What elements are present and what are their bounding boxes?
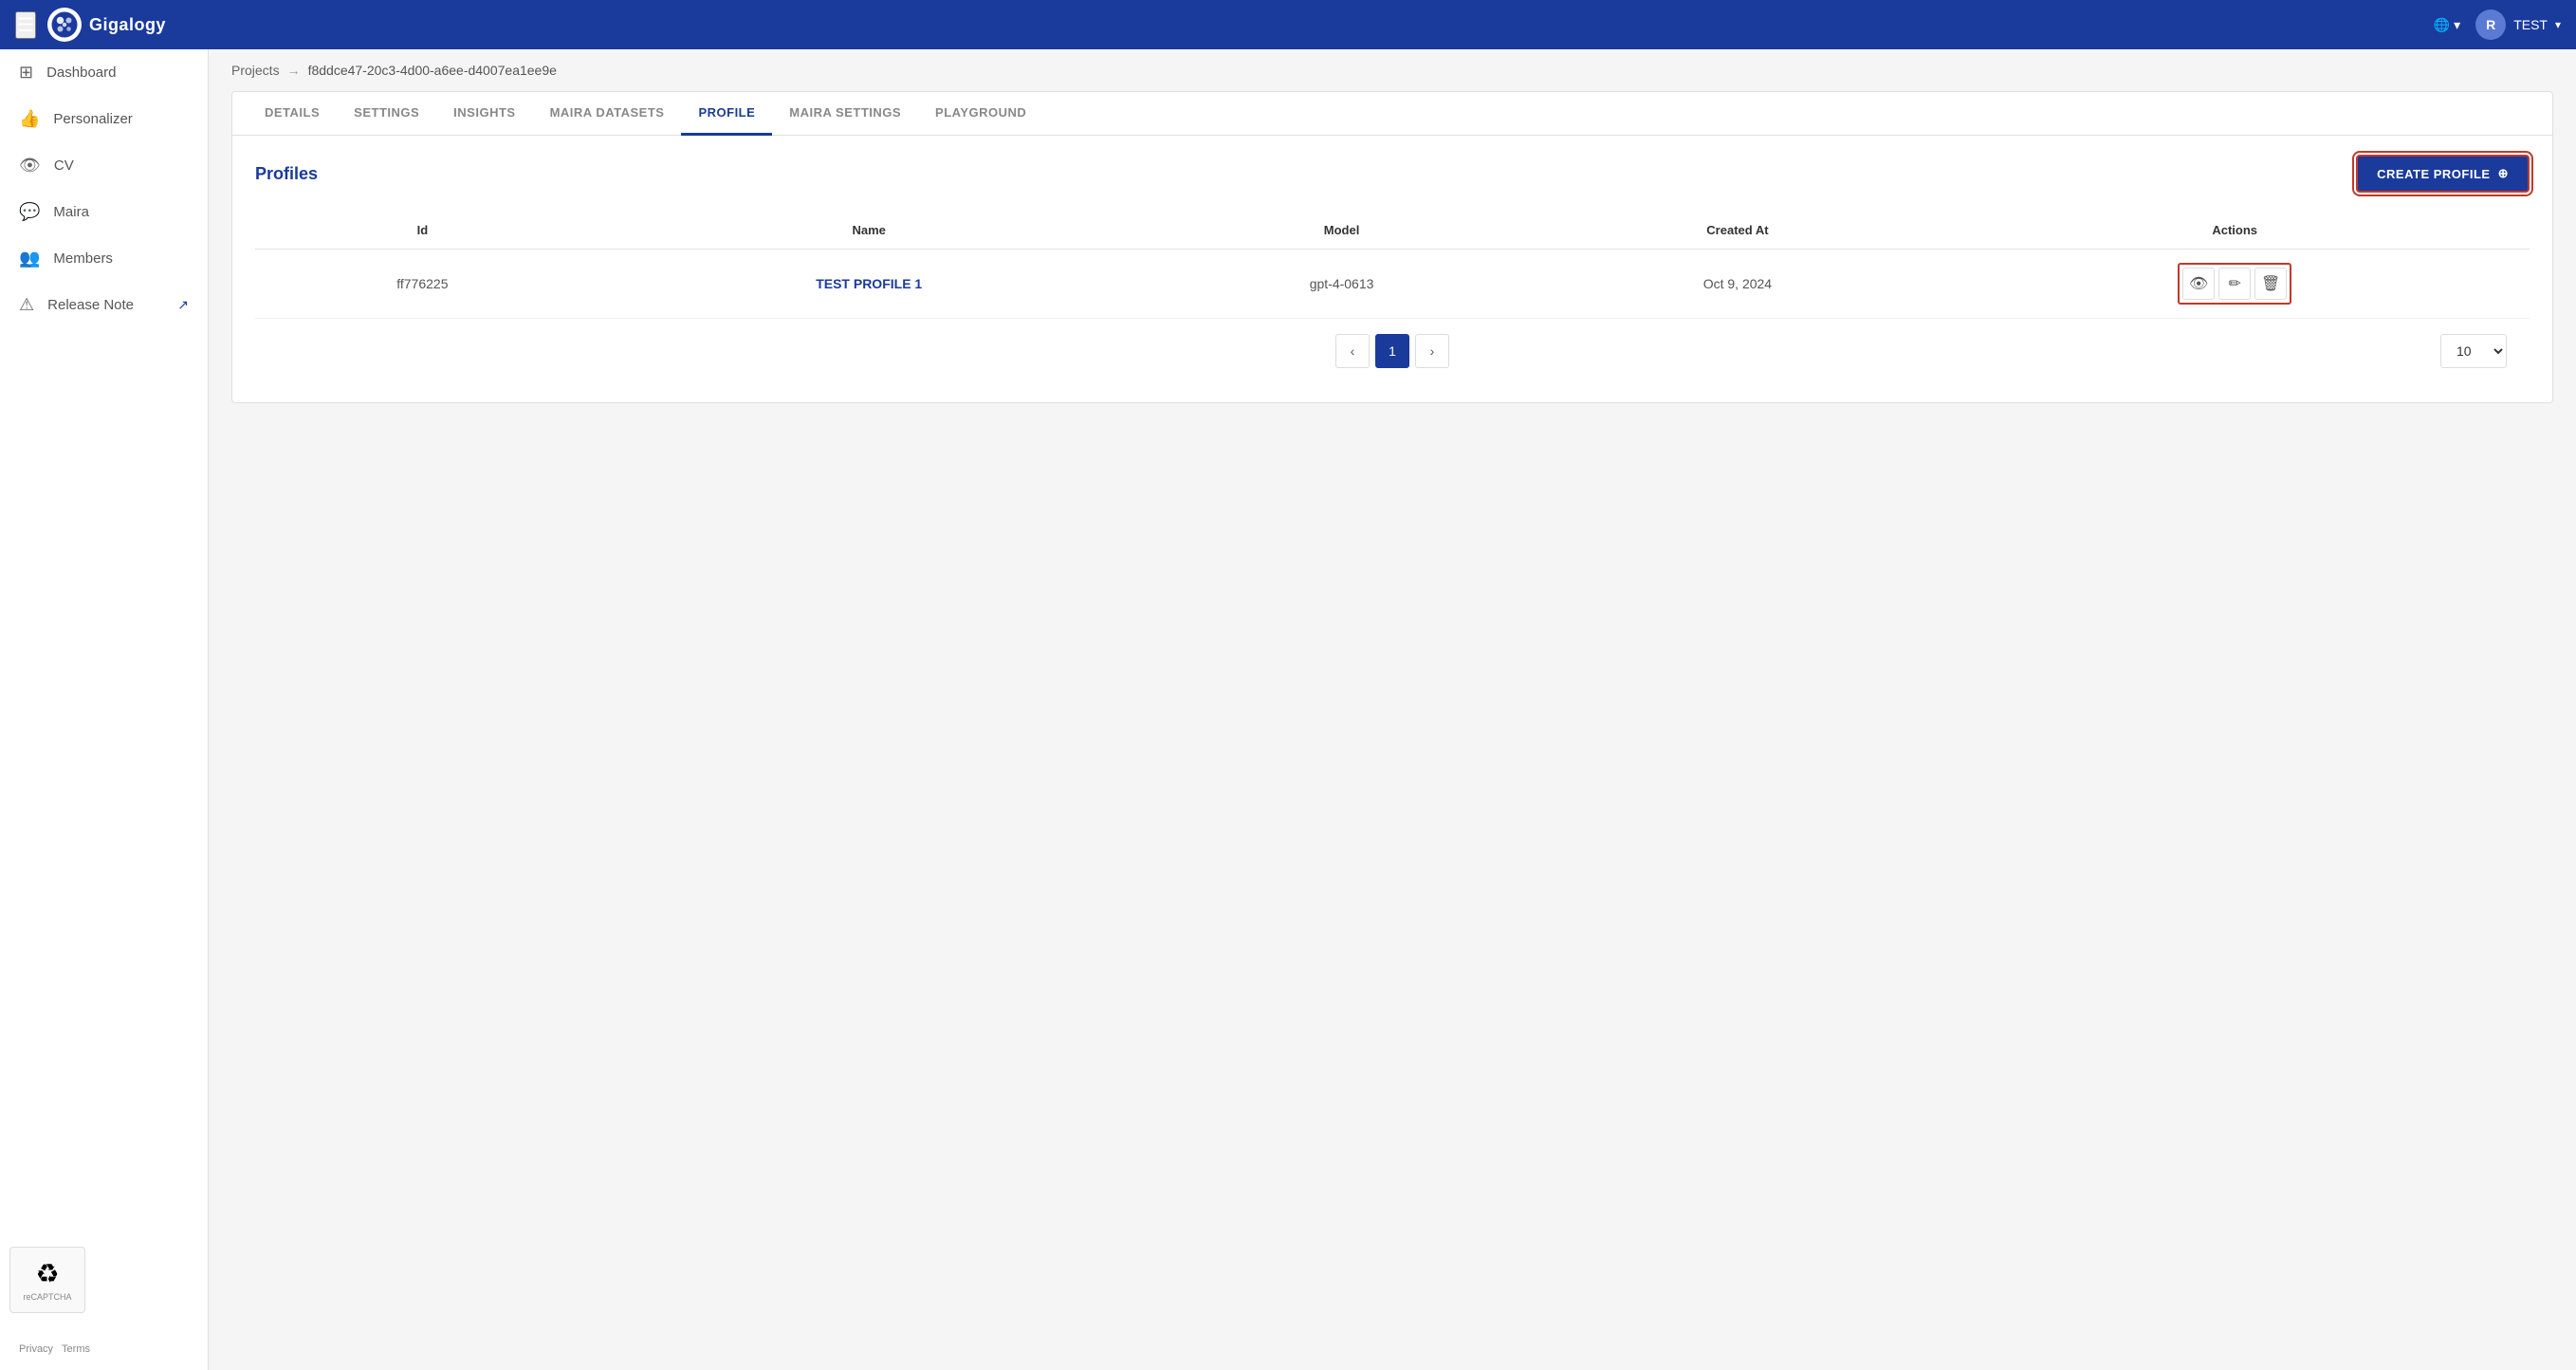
sidebar-item-cv[interactable]: 👁 CV bbox=[0, 142, 208, 189]
create-profile-label: CREATE PROFILE bbox=[2377, 167, 2490, 181]
pagination-row: ‹ 1 › 10 25 50 100 bbox=[255, 319, 2530, 383]
profiles-title: Profiles bbox=[255, 164, 318, 184]
nav-left: ☰ Gigalogy bbox=[15, 8, 166, 42]
language-selector[interactable]: 🌐 ▾ bbox=[2434, 17, 2460, 33]
sidebar-label-cv: CV bbox=[54, 157, 74, 174]
body-layout: ⊞ Dashboard 👍 Personalizer 👁 CV 💬 Maira … bbox=[0, 49, 2576, 1370]
create-profile-icon: ⊕ bbox=[2498, 166, 2509, 181]
sidebar-item-personalizer[interactable]: 👍 Personalizer bbox=[0, 96, 208, 142]
sidebar-label-dashboard: Dashboard bbox=[46, 65, 116, 81]
user-dropdown-arrow: ▾ bbox=[2555, 18, 2561, 31]
page-size-select[interactable]: 10 25 50 100 bbox=[2440, 334, 2507, 368]
tab-profile[interactable]: PROFILE bbox=[681, 92, 772, 136]
avatar: R bbox=[2475, 9, 2506, 40]
sidebar-label-release-note: Release Note bbox=[47, 297, 134, 313]
edit-profile-button[interactable]: ✏ bbox=[2218, 268, 2251, 300]
next-page-button[interactable]: › bbox=[1415, 334, 1449, 368]
profiles-section: Profiles CREATE PROFILE ⊕ Id Name Model … bbox=[232, 136, 2552, 402]
profiles-header: Profiles CREATE PROFILE ⊕ bbox=[255, 155, 2530, 193]
page-1-button[interactable]: 1 bbox=[1375, 334, 1409, 368]
eye-icon: 👁 bbox=[2189, 274, 2208, 293]
logo-container: Gigalogy bbox=[47, 8, 166, 42]
release-note-icon: ⚠ bbox=[19, 295, 34, 315]
sidebar-label-personalizer: Personalizer bbox=[53, 111, 132, 127]
sidebar-item-release-note[interactable]: ⚠ Release Note ↗ bbox=[0, 282, 208, 328]
sidebar-item-members[interactable]: 👥 Members bbox=[0, 235, 208, 282]
breadcrumb-projects[interactable]: Projects bbox=[231, 63, 280, 78]
top-nav: ☰ Gigalogy 🌐 ▾ R TEST ▾ bbox=[0, 0, 2576, 49]
sidebar-label-maira: Maira bbox=[53, 204, 89, 220]
breadcrumb-project-id: f8ddce47-20c3-4d00-a6ee-d4007ea1ee9e bbox=[308, 63, 557, 78]
tab-bar: DETAILS SETTINGS INSIGHTS MAIRA DATASETS… bbox=[232, 92, 2552, 136]
globe-icon: 🌐 bbox=[2434, 17, 2450, 33]
members-icon: 👥 bbox=[19, 249, 40, 268]
table-row: ff776225 TEST PROFILE 1 gpt-4-0613 Oct 9… bbox=[255, 250, 2530, 319]
recaptcha-logo: ♻ bbox=[35, 1258, 59, 1289]
row-model: gpt-4-0613 bbox=[1149, 250, 1536, 319]
actions-cell: 👁 ✏ 🗑 bbox=[1955, 263, 2514, 305]
privacy-link[interactable]: Privacy Terms bbox=[19, 1343, 189, 1355]
tab-settings[interactable]: SETTINGS bbox=[337, 92, 436, 136]
view-profile-button[interactable]: 👁 bbox=[2182, 268, 2215, 300]
tab-details[interactable]: DETAILS bbox=[248, 92, 337, 136]
row-name: TEST PROFILE 1 bbox=[590, 250, 1149, 319]
user-menu-button[interactable]: R TEST ▾ bbox=[2475, 9, 2561, 40]
trash-icon: 🗑 bbox=[2261, 274, 2280, 293]
tab-maira-datasets[interactable]: MAIRA DATASETS bbox=[533, 92, 682, 136]
profiles-table: Id Name Model Created At Actions ff77622… bbox=[255, 212, 2530, 319]
cv-icon: 👁 bbox=[19, 156, 41, 176]
tab-maira-settings[interactable]: MAIRA SETTINGS bbox=[772, 92, 918, 136]
logo-icon bbox=[47, 8, 82, 42]
prev-page-button[interactable]: ‹ bbox=[1335, 334, 1370, 368]
col-name: Name bbox=[590, 212, 1149, 250]
col-created-at: Created At bbox=[1535, 212, 1940, 250]
col-model: Model bbox=[1149, 212, 1536, 250]
tab-insights[interactable]: INSIGHTS bbox=[436, 92, 532, 136]
col-actions: Actions bbox=[1940, 212, 2530, 250]
actions-group: 👁 ✏ 🗑 bbox=[2178, 263, 2291, 305]
pagination: ‹ 1 › bbox=[1335, 334, 1449, 368]
dashboard-icon: ⊞ bbox=[19, 63, 33, 83]
sidebar: ⊞ Dashboard 👍 Personalizer 👁 CV 💬 Maira … bbox=[0, 49, 209, 1370]
breadcrumb-arrow: → bbox=[287, 63, 301, 78]
globe-dropdown-arrow: ▾ bbox=[2454, 17, 2460, 33]
nav-right: 🌐 ▾ R TEST ▾ bbox=[2434, 9, 2561, 40]
row-id: ff776225 bbox=[255, 250, 590, 319]
main-content: Projects → f8ddce47-20c3-4d00-a6ee-d4007… bbox=[209, 49, 2576, 1370]
edit-icon: ✏ bbox=[2228, 274, 2240, 293]
recaptcha-widget: ♻ reCAPTCHA bbox=[9, 1247, 85, 1313]
brand-name: Gigalogy bbox=[89, 15, 166, 35]
sidebar-item-maira[interactable]: 💬 Maira bbox=[0, 189, 208, 235]
row-created-at: Oct 9, 2024 bbox=[1535, 250, 1940, 319]
delete-profile-button[interactable]: 🗑 bbox=[2254, 268, 2287, 300]
profile-name-link[interactable]: TEST PROFILE 1 bbox=[816, 276, 922, 291]
sidebar-label-members: Members bbox=[53, 250, 113, 267]
maira-icon: 💬 bbox=[19, 202, 40, 222]
row-actions: 👁 ✏ 🗑 bbox=[1940, 250, 2530, 319]
tab-playground[interactable]: PLAYGROUND bbox=[918, 92, 1043, 136]
external-link-icon: ↗ bbox=[177, 297, 189, 313]
project-card: DETAILS SETTINGS INSIGHTS MAIRA DATASETS… bbox=[231, 91, 2553, 403]
personalizer-icon: 👍 bbox=[19, 109, 40, 129]
recaptcha-label: reCAPTCHA bbox=[23, 1292, 71, 1302]
user-name-label: TEST bbox=[2513, 17, 2548, 32]
sidebar-footer: Privacy Terms bbox=[0, 1328, 208, 1370]
breadcrumb: Projects → f8ddce47-20c3-4d00-a6ee-d4007… bbox=[209, 49, 2576, 91]
col-id: Id bbox=[255, 212, 590, 250]
create-profile-button[interactable]: CREATE PROFILE ⊕ bbox=[2356, 155, 2530, 193]
menu-toggle-button[interactable]: ☰ bbox=[15, 11, 36, 39]
sidebar-item-dashboard[interactable]: ⊞ Dashboard bbox=[0, 49, 208, 96]
